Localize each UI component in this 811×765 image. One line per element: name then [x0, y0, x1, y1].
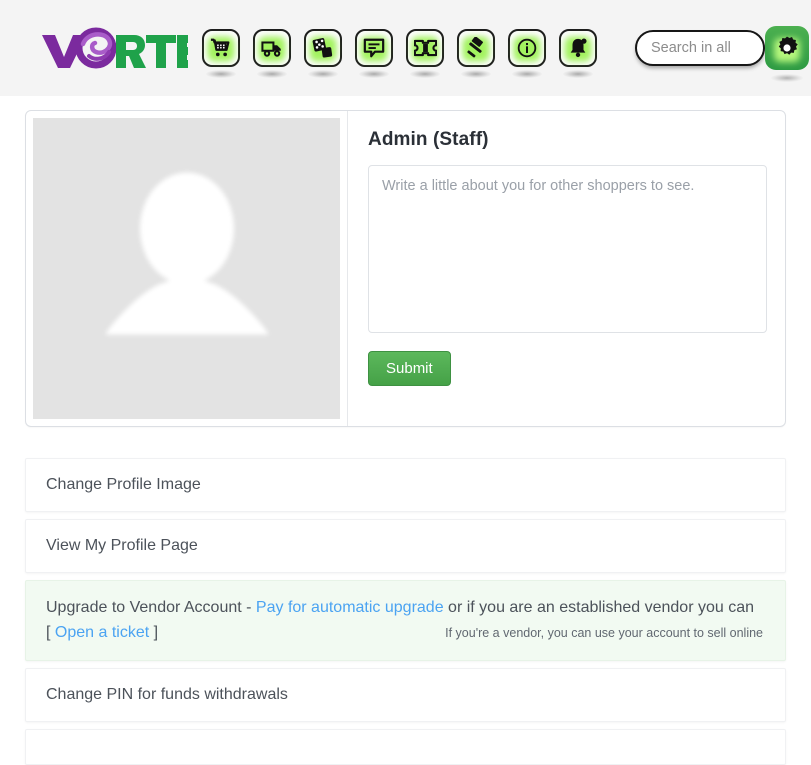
nav-button-messages[interactable] — [355, 29, 393, 67]
list-item-change-profile-image[interactable]: Change Profile Image — [25, 458, 786, 512]
site-header — [0, 0, 811, 96]
nav-button-shipping[interactable] — [253, 29, 291, 67]
nav-button-info[interactable] — [508, 29, 546, 67]
gavel-icon — [467, 37, 483, 58]
vendor-second-line: [ Open a ticket ] If you're a vendor, yo… — [46, 621, 765, 646]
avatar[interactable] — [33, 118, 340, 419]
bell-icon — [570, 38, 587, 58]
nav-button-games[interactable] — [304, 29, 342, 67]
bracket-open: [ — [46, 623, 55, 641]
list-item-label: View My Profile Page — [46, 537, 198, 554]
chat-bubble-icon — [363, 38, 385, 58]
gear-icon — [778, 36, 798, 55]
ticket-icon — [413, 39, 437, 57]
delivery-truck-icon — [260, 41, 281, 57]
info-icon — [517, 38, 537, 58]
profile-card: Admin (Staff) Submit — [25, 110, 786, 427]
settings-button[interactable] — [765, 26, 809, 70]
list-item-label: Change Profile Image — [46, 476, 201, 493]
header-nav-icons — [202, 29, 597, 67]
header-search — [635, 30, 765, 66]
bracket-close: ] — [149, 623, 159, 641]
pay-automatic-upgrade-link[interactable]: Pay for automatic upgrade — [256, 599, 444, 616]
vendor-middle-text: or if you are an established vendor you … — [448, 599, 755, 616]
submit-button[interactable]: Submit — [368, 351, 451, 386]
nav-button-auctions[interactable] — [457, 29, 495, 67]
bio-textarea[interactable] — [368, 165, 767, 333]
site-logo[interactable] — [38, 24, 188, 72]
nav-button-tickets[interactable] — [406, 29, 444, 67]
open-a-ticket-link[interactable]: Open a ticket — [55, 624, 149, 641]
page-title: Admin (Staff) — [368, 129, 489, 150]
profile-info-pane: Admin (Staff) Submit — [348, 111, 787, 426]
vendor-ticket-group: [ Open a ticket ] — [46, 621, 158, 646]
account-options-list: Change Profile Image View My Profile Pag… — [25, 458, 786, 765]
search-input[interactable] — [635, 30, 765, 66]
list-item-upgrade-vendor[interactable]: Upgrade to Vendor Account - Pay for auto… — [25, 580, 786, 661]
dice-icon — [312, 38, 333, 58]
nav-button-cart[interactable] — [202, 29, 240, 67]
shopping-cart-icon — [210, 38, 230, 57]
nav-button-notifications[interactable] — [559, 29, 597, 67]
person-silhouette-icon — [104, 172, 269, 334]
vendor-first-line: Upgrade to Vendor Account - Pay for auto… — [46, 596, 765, 621]
list-item-partial-next[interactable] — [25, 728, 786, 765]
page-content: Admin (Staff) Submit Change Profile Imag… — [0, 110, 811, 765]
vendor-note: If you're a vendor, you can use your acc… — [445, 625, 763, 640]
vendor-lead-text: Upgrade to Vendor Account - — [46, 599, 256, 616]
avatar-pane — [26, 111, 348, 426]
list-item-label: Change PIN for funds withdrawals — [46, 685, 288, 703]
list-item-view-profile-page[interactable]: View My Profile Page — [25, 519, 786, 573]
list-item-change-pin[interactable]: Change PIN for funds withdrawals — [25, 667, 786, 722]
